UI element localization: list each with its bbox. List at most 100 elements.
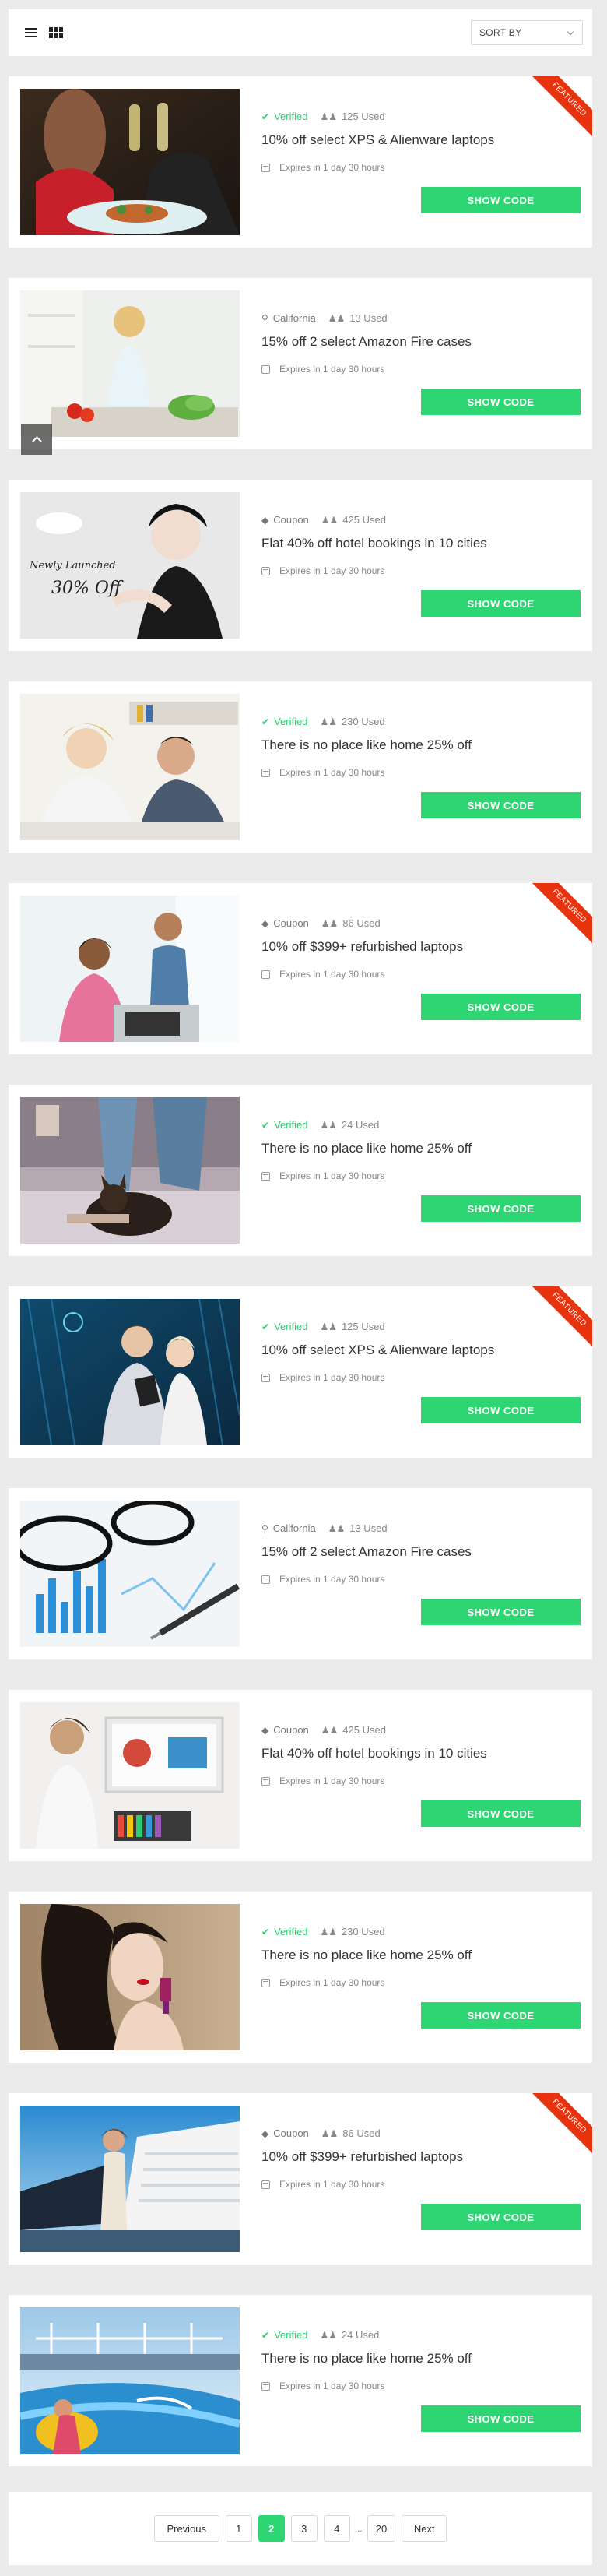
coupon-image[interactable] (20, 2307, 240, 2454)
coupon-expiry: Expires in 1 day 30 hours (261, 2179, 384, 2190)
coupon-tag-label: Verified (274, 1119, 308, 1131)
coupon-image[interactable]: Newly Launched 30% Off (20, 492, 240, 639)
coupon-title[interactable]: 10% off select XPS & Alienware laptops (261, 132, 494, 148)
grid-view-button[interactable] (47, 24, 65, 41)
tag-icon: ◆ (261, 1724, 269, 1736)
coupon-tag-label: Verified (274, 111, 308, 122)
coupon-title[interactable]: 15% off 2 select Amazon Fire cases (261, 334, 472, 350)
show-code-button[interactable]: SHOW CODE (421, 187, 581, 213)
show-code-button[interactable]: SHOW CODE (421, 1599, 581, 1625)
coupon-title[interactable]: 10% off select XPS & Alienware laptops (261, 1343, 494, 1358)
show-code-button[interactable]: SHOW CODE (421, 2002, 581, 2029)
calendar-icon (261, 768, 270, 777)
coupon-title[interactable]: There is no place like home 25% off (261, 2351, 472, 2367)
coupon-image[interactable] (20, 2106, 240, 2252)
coupon-title[interactable]: 15% off 2 select Amazon Fire cases (261, 1544, 472, 1560)
coupon-image[interactable] (20, 1299, 240, 1445)
coupon-expiry-text: Expires in 1 day 30 hours (279, 1574, 385, 1585)
pagination-ellipsis: ... (354, 2523, 363, 2534)
pagination-page-2[interactable]: 2 (258, 2515, 285, 2542)
coupon-tag-label: Coupon (273, 2127, 309, 2139)
show-code-button[interactable]: SHOW CODE (421, 994, 581, 1020)
coupon-meta: ✔ Verified ♟♟ 24 Used (261, 2329, 379, 2341)
users-icon: ♟♟ (320, 716, 337, 727)
coupon-used: ♟♟ 24 Used (320, 2329, 379, 2341)
users-icon: ♟♟ (328, 1522, 346, 1534)
kitchen-salad-photo (20, 290, 240, 437)
coupon-image[interactable] (20, 1702, 240, 1849)
coupon-meta: ⚲ California ♟♟ 13 Used (261, 312, 388, 324)
calendar-icon (261, 566, 270, 575)
show-code-button[interactable]: SHOW CODE (421, 1800, 581, 1827)
check-circle-icon: ✔ (261, 716, 270, 727)
calendar-icon (261, 2180, 270, 2189)
coupon-tag: ✔ Verified (261, 2329, 307, 2341)
coupon-tag-label: Coupon (273, 1724, 309, 1736)
coupon-meta: ◆ Coupon ♟♟ 425 Used (261, 1724, 386, 1736)
calendar-icon (261, 163, 270, 172)
toolbar: SORT BY (9, 9, 592, 56)
calendar-icon (261, 2381, 270, 2391)
coupon-image[interactable] (20, 896, 240, 1042)
coupon-card: ◆ Coupon ♟♟ 86 Used 10% off $399+ refurb… (9, 883, 592, 1054)
users-icon: ♟♟ (320, 1321, 337, 1332)
pagination-page-1[interactable]: 1 (225, 2515, 252, 2542)
coupon-tag: ◆ Coupon (261, 514, 309, 526)
show-code-button[interactable]: SHOW CODE (421, 389, 581, 415)
show-code-button[interactable]: SHOW CODE (421, 792, 581, 818)
pagination-page-3[interactable]: 3 (290, 2515, 318, 2542)
coupon-meta: ✔ Verified ♟♟ 24 Used (261, 1119, 379, 1131)
coupon-meta: ✔ Verified ♟♟ 230 Used (261, 716, 385, 727)
coupon-title[interactable]: 10% off $399+ refurbished laptops (261, 939, 463, 955)
coupon-expiry-text: Expires in 1 day 30 hours (279, 767, 385, 778)
pagination-previous-button[interactable]: Previous (153, 2515, 219, 2542)
coupon-tag-label: Verified (274, 716, 308, 727)
coupon-expiry: Expires in 1 day 30 hours (261, 565, 384, 576)
coupon-used-count: 425 Used (342, 514, 386, 526)
users-icon: ♟♟ (321, 2127, 339, 2139)
sort-by-label: SORT BY (479, 27, 522, 38)
chevron-up-icon (31, 435, 42, 446)
coupon-image[interactable] (20, 694, 240, 840)
coupon-image[interactable] (20, 290, 240, 437)
coupon-image[interactable] (20, 1501, 240, 1647)
scroll-to-top-button[interactable] (21, 424, 52, 455)
users-icon: ♟♟ (321, 917, 339, 929)
coupon-tag: ◆ Coupon (261, 2127, 309, 2139)
show-code-button[interactable]: SHOW CODE (421, 2405, 581, 2432)
coupon-used-count: 230 Used (341, 716, 385, 727)
coupon-tag-label: Verified (274, 1321, 308, 1332)
coupon-title[interactable]: Flat 40% off hotel bookings in 10 cities (261, 536, 487, 551)
coupon-title[interactable]: 10% off $399+ refurbished laptops (261, 2149, 463, 2165)
coupon-card: ◆ Coupon ♟♟ 425 Used Flat 40% off hotel … (9, 1690, 592, 1861)
show-code-button[interactable]: SHOW CODE (421, 1195, 581, 1222)
coupon-title[interactable]: There is no place like home 25% off (261, 1948, 472, 1963)
coupon-title[interactable]: Flat 40% off hotel bookings in 10 cities (261, 1746, 487, 1761)
cruise-woman-photo (20, 2106, 240, 2252)
coupon-card: Newly Launched 30% Off ◆ Coupon ♟♟ 425 U… (9, 480, 592, 651)
show-code-button[interactable]: SHOW CODE (421, 590, 581, 617)
coupon-title[interactable]: There is no place like home 25% off (261, 737, 472, 753)
coupon-tag: ✔ Verified (261, 716, 307, 727)
dog-bed-photo (20, 1097, 240, 1244)
coupon-image[interactable] (20, 1097, 240, 1244)
sort-by-select[interactable]: SORT BY (471, 20, 583, 45)
coupon-image[interactable] (20, 89, 240, 235)
featured-ribbon: FEATURED (529, 76, 592, 139)
show-code-button[interactable]: SHOW CODE (421, 2204, 581, 2230)
coupon-used-count: 125 Used (341, 1321, 385, 1332)
show-code-button[interactable]: SHOW CODE (421, 1397, 581, 1423)
coupon-expiry: Expires in 1 day 30 hours (261, 162, 384, 173)
list-view-button[interactable] (23, 24, 40, 41)
pagination-page-4[interactable]: 4 (323, 2515, 350, 2542)
pagination-next-button[interactable]: Next (402, 2515, 447, 2542)
pagination-page-last[interactable]: 20 (367, 2515, 396, 2542)
coupon-image[interactable] (20, 1904, 240, 2050)
tag-icon: ◆ (261, 2127, 269, 2139)
coupon-meta: ◆ Coupon ♟♟ 86 Used (261, 917, 381, 929)
coupon-expiry: Expires in 1 day 30 hours (261, 364, 384, 375)
calendar-icon (261, 1171, 270, 1181)
coupon-expiry-text: Expires in 1 day 30 hours (279, 2179, 385, 2190)
coupon-title[interactable]: There is no place like home 25% off (261, 1141, 472, 1156)
coupon-used-count: 230 Used (341, 1926, 385, 1937)
